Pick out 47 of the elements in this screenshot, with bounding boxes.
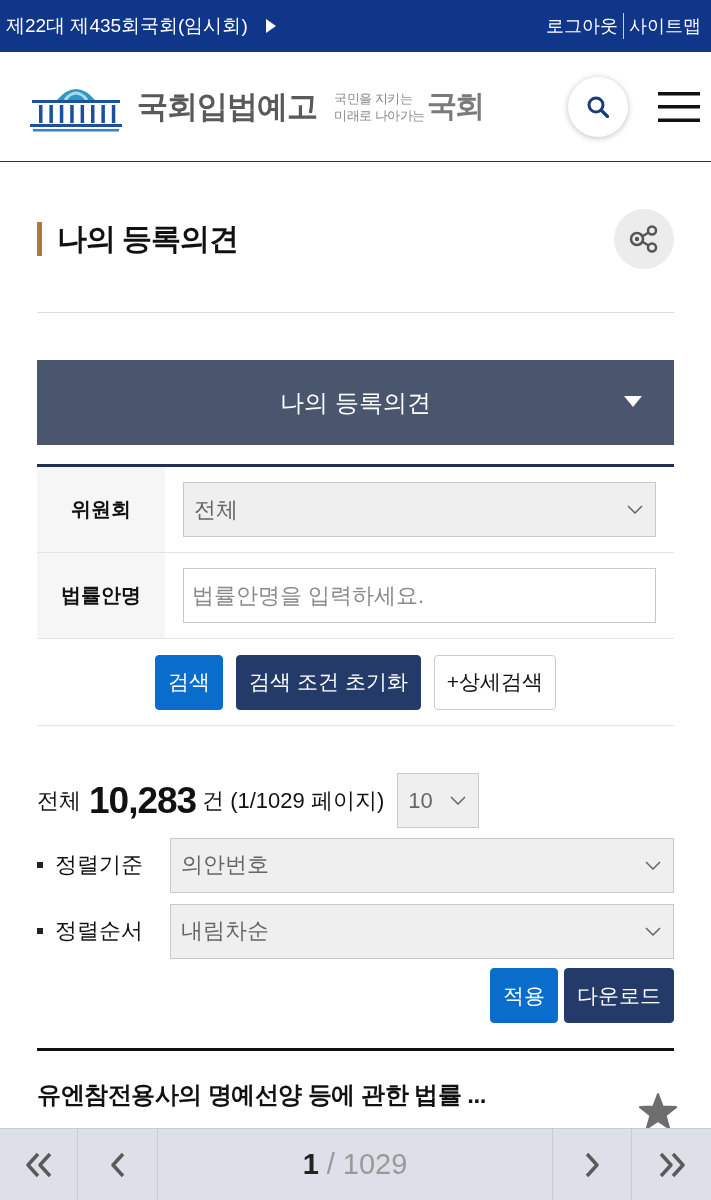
sort-label: 정렬순서	[55, 917, 144, 945]
search-button[interactable]	[568, 76, 628, 137]
slogan-line: 미래로 나아가는	[334, 106, 425, 124]
search-icon	[587, 95, 609, 118]
square-bullet-icon	[37, 928, 43, 934]
share-icon	[629, 225, 659, 253]
top-link[interactable]: 로그아웃	[541, 13, 623, 39]
apply-button[interactable]: 적용	[490, 968, 558, 1023]
sort-select[interactable]: 내림차순	[170, 903, 674, 959]
chevron-right-icon	[583, 1151, 601, 1178]
chevron-down-icon	[450, 796, 467, 805]
field-label: 위원회	[37, 467, 165, 552]
chevron-down-icon	[627, 505, 643, 514]
slogan-line: 국민을 지키는	[334, 89, 414, 107]
slogan-mark: 국회	[426, 88, 483, 124]
page-separator: /	[326, 1148, 335, 1181]
chevron-down-icon	[645, 926, 661, 936]
sort-select[interactable]: 의안번호	[170, 837, 674, 893]
search-button[interactable]: 검색	[155, 654, 224, 710]
menu-button[interactable]	[658, 90, 700, 123]
top-link[interactable]: 사이트맵	[623, 13, 701, 39]
page-info: (1/1029 페이지)	[230, 786, 385, 815]
reset-button[interactable]: 검색 조건 초기화	[236, 654, 421, 710]
double-chevron-left-icon	[23, 1151, 54, 1178]
triangle-right-icon[interactable]	[265, 19, 276, 33]
total-pages: 1029	[342, 1148, 408, 1181]
total-label: 전체	[37, 786, 81, 815]
logo-title[interactable]: 국회입법예고	[137, 85, 317, 128]
current-page: 1	[302, 1148, 319, 1181]
chevron-left-icon	[108, 1151, 127, 1178]
bill-name-input[interactable]: 법률안명을 입력하세요.	[183, 568, 656, 623]
result-title[interactable]: 유엔참전용사의 명예선양 등에 관한 법률 ...	[37, 1078, 486, 1112]
session-link[interactable]: 제22대 제435회국회(임시회)	[6, 13, 248, 39]
download-button[interactable]: 다운로드	[564, 968, 674, 1023]
sort-label: 정렬기준	[55, 851, 144, 879]
total-count: 10,283	[89, 779, 197, 822]
chevron-down-icon	[645, 860, 661, 870]
page-size-select[interactable]: 10	[397, 773, 480, 828]
field-label: 법률안명	[37, 553, 165, 638]
menu-icon	[658, 91, 700, 122]
star-icon[interactable]	[638, 1092, 678, 1128]
menu-dropdown-button[interactable]: 나의 등록의견	[37, 360, 674, 445]
page-title: 나의 등록의견	[37, 222, 239, 256]
square-bullet-icon	[37, 862, 43, 868]
committee-select[interactable]: 전체	[183, 482, 656, 537]
detail-search-button[interactable]: +상세검색	[433, 654, 556, 710]
count-unit: 건	[202, 786, 225, 815]
